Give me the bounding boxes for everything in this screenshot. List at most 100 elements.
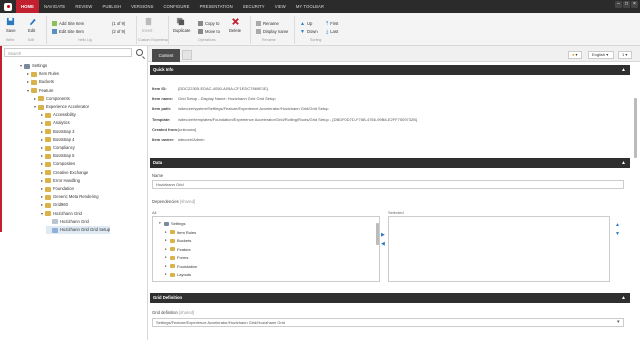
save-icon[interactable]: [6, 17, 15, 26]
dependency-tree-item[interactable]: ▾ Settings: [159, 220, 185, 227]
tree-item[interactable]: ▸ Foundation: [39, 185, 74, 193]
tree-item[interactable]: ▸ Grid960: [39, 201, 68, 209]
edit-button[interactable]: Edit: [28, 28, 35, 33]
search-tab-icon[interactable]: [182, 50, 192, 60]
quick-info-value[interactable]: /sitecore/templates/Foundation/Experienc…: [178, 117, 417, 122]
tree-item[interactable]: ▸ Composites: [39, 160, 75, 168]
dependency-tree-item[interactable]: ▸ Feature: [165, 246, 191, 253]
menu-tab-security[interactable]: SECURITY: [238, 0, 270, 13]
dependency-tree-item[interactable]: ▸ Item Rules: [165, 229, 196, 236]
tree-item[interactable]: ▸ Generic Meta Rendering: [39, 193, 99, 201]
folder-icon: [45, 137, 51, 143]
language-dropdown[interactable]: English ▾: [588, 51, 614, 59]
menu-tab-my-toolbar[interactable]: MY TOOLBAR: [291, 0, 329, 13]
add-arrow-icon[interactable]: ▶: [381, 232, 385, 238]
tree-item[interactable]: Hozizhann Grid Grid Setup: [46, 226, 111, 234]
delete-button[interactable]: Delete: [229, 28, 241, 33]
dependency-tree-item[interactable]: ▸ Foundation: [165, 263, 197, 270]
name-field[interactable]: Hozizhann Grid: [152, 180, 624, 189]
tree-item[interactable]: ▸ Error Handling: [39, 177, 80, 185]
collapse-icon[interactable]: ▲: [621, 293, 626, 303]
tree-item[interactable]: ▸ Components: [32, 95, 70, 103]
display-name-button[interactable]: Display name: [256, 29, 288, 35]
collapse-icon[interactable]: ▲: [621, 158, 626, 168]
all-items-pane[interactable]: ▾ Settings ▸ Item Rules ▸ Buckets ▸ Feature ▸ For…: [152, 216, 380, 282]
scrollbar[interactable]: [376, 223, 379, 245]
tree-item[interactable]: ▸ Bootstrap 4: [39, 136, 74, 144]
add-site-item-button[interactable]: Add Site Item: [52, 21, 84, 27]
menu-tab-versions[interactable]: VERSIONS: [126, 0, 158, 13]
menu-tab-configure[interactable]: CONFIGURE: [159, 0, 195, 13]
insert-icon[interactable]: [144, 17, 153, 26]
tree-item[interactable]: Hozizhann Grid: [46, 218, 89, 226]
group-sorting-label: Sorting: [310, 38, 322, 42]
menu-tab-navigate[interactable]: NAVIGATE: [39, 0, 70, 13]
edit-site-item-button[interactable]: Edit Site Item: [52, 29, 84, 35]
tree-item[interactable]: ▸ Analytics: [39, 119, 70, 127]
tree-item[interactable]: ▾ Feature: [25, 87, 53, 95]
app-logo-icon[interactable]: [4, 2, 12, 11]
tree-item[interactable]: ▸ Bootstrap 3: [39, 128, 74, 136]
quick-info-value[interactable]: sitecore\Admin: [178, 137, 204, 142]
version-dropdown[interactable]: 1 ▾: [618, 51, 632, 59]
top-menubar: HOME NAVIGATE REVIEW PUBLISH VERSIONS CONFIGU…: [0, 0, 640, 13]
menu-tab-publish[interactable]: PUBLISH: [97, 0, 126, 13]
copy-to-button[interactable]: Copy to: [198, 21, 219, 27]
menu-tab-presentation[interactable]: PRESENTATION: [195, 0, 238, 13]
grid-definition-header[interactable]: Grid Definition ▲: [150, 293, 630, 303]
collapse-icon[interactable]: ▲: [621, 65, 626, 75]
quick-info-value[interactable]: [unknown]: [178, 127, 196, 132]
save-button[interactable]: Save: [6, 28, 16, 33]
move-up-icon[interactable]: ▲: [615, 222, 620, 228]
tree-item[interactable]: ▸ Creative Exchange: [39, 169, 88, 177]
folder-icon: [31, 79, 37, 85]
close-window-icon[interactable]: ×: [631, 1, 638, 8]
folder-icon: [45, 186, 51, 192]
tree-item[interactable]: ▸ Item Rules: [25, 70, 59, 78]
tree-item[interactable]: ▸ Compliancy: [39, 144, 75, 152]
insert-button[interactable]: Insert: [142, 28, 152, 33]
tree-item[interactable]: ▾ Hozizhann Grid: [39, 210, 82, 218]
last-button[interactable]: ⤓ Last: [326, 29, 338, 35]
tree-item[interactable]: ▸ Accessibility: [39, 111, 76, 119]
maximize-icon[interactable]: □: [623, 1, 630, 8]
down-button[interactable]: ▼ Down: [300, 29, 318, 35]
folder-icon: [170, 264, 175, 268]
up-button[interactable]: ▲ Up: [300, 21, 312, 27]
tree-item[interactable]: ▸ Buckets: [25, 78, 54, 86]
delete-icon[interactable]: [231, 17, 240, 26]
data-section-header[interactable]: Data ▲: [150, 158, 630, 168]
menu-tab-review[interactable]: REVIEW: [70, 0, 97, 13]
quick-info-value[interactable]: {DDC22305-EDAC-4050-A05A-CF1EDC7869E1E}: [178, 86, 268, 91]
dependency-label: Forms: [177, 255, 189, 260]
quick-info-value[interactable]: /sitecore/system/Settings/Feature/Experi…: [178, 106, 329, 111]
duplicate-icon[interactable]: [176, 17, 185, 26]
quick-info-value[interactable]: Grid Setup - Display Name: Hozizhann Gri…: [178, 96, 276, 101]
tree-item[interactable]: ▸ Bootstrap 5: [39, 152, 74, 160]
search-input[interactable]: Search: [4, 48, 132, 57]
dependency-tree-item[interactable]: ▸ Buckets: [165, 237, 191, 244]
menu-tab-view[interactable]: VIEW: [270, 0, 291, 13]
move-down-icon[interactable]: ▼: [615, 231, 620, 237]
editor-scrollbar[interactable]: [634, 98, 637, 158]
shared-tag: [shared]: [179, 310, 195, 315]
tree-item[interactable]: ▾ Experience Accelerator: [32, 103, 89, 111]
chevron-down-icon[interactable]: ▾: [617, 319, 620, 325]
dependency-tree-item[interactable]: ▸ Forms: [165, 254, 188, 261]
notification-dropdown[interactable]: ● ▾: [568, 51, 582, 59]
duplicate-button[interactable]: Duplicate: [173, 28, 190, 33]
remove-arrow-icon[interactable]: ◀: [381, 241, 385, 247]
grid-definition-select[interactable]: Settings/Feature/Experience Accelerator/…: [152, 318, 624, 327]
search-icon[interactable]: [136, 49, 143, 56]
tree-item[interactable]: ▾ Settings: [18, 62, 47, 70]
selected-items-pane[interactable]: [388, 216, 610, 282]
move-to-button[interactable]: Move to: [198, 29, 220, 35]
minimize-icon[interactable]: –: [615, 1, 622, 8]
quick-info-header[interactable]: Quick Info ▲: [150, 65, 630, 75]
tab-content[interactable]: Content: [152, 49, 180, 62]
menu-tab-home[interactable]: HOME: [16, 0, 39, 13]
dependency-tree-item[interactable]: ▸ Layouts: [165, 271, 191, 278]
edit-icon[interactable]: [28, 17, 37, 26]
rename-button[interactable]: Rename: [256, 21, 279, 27]
first-button[interactable]: ⤒ First: [326, 21, 338, 27]
